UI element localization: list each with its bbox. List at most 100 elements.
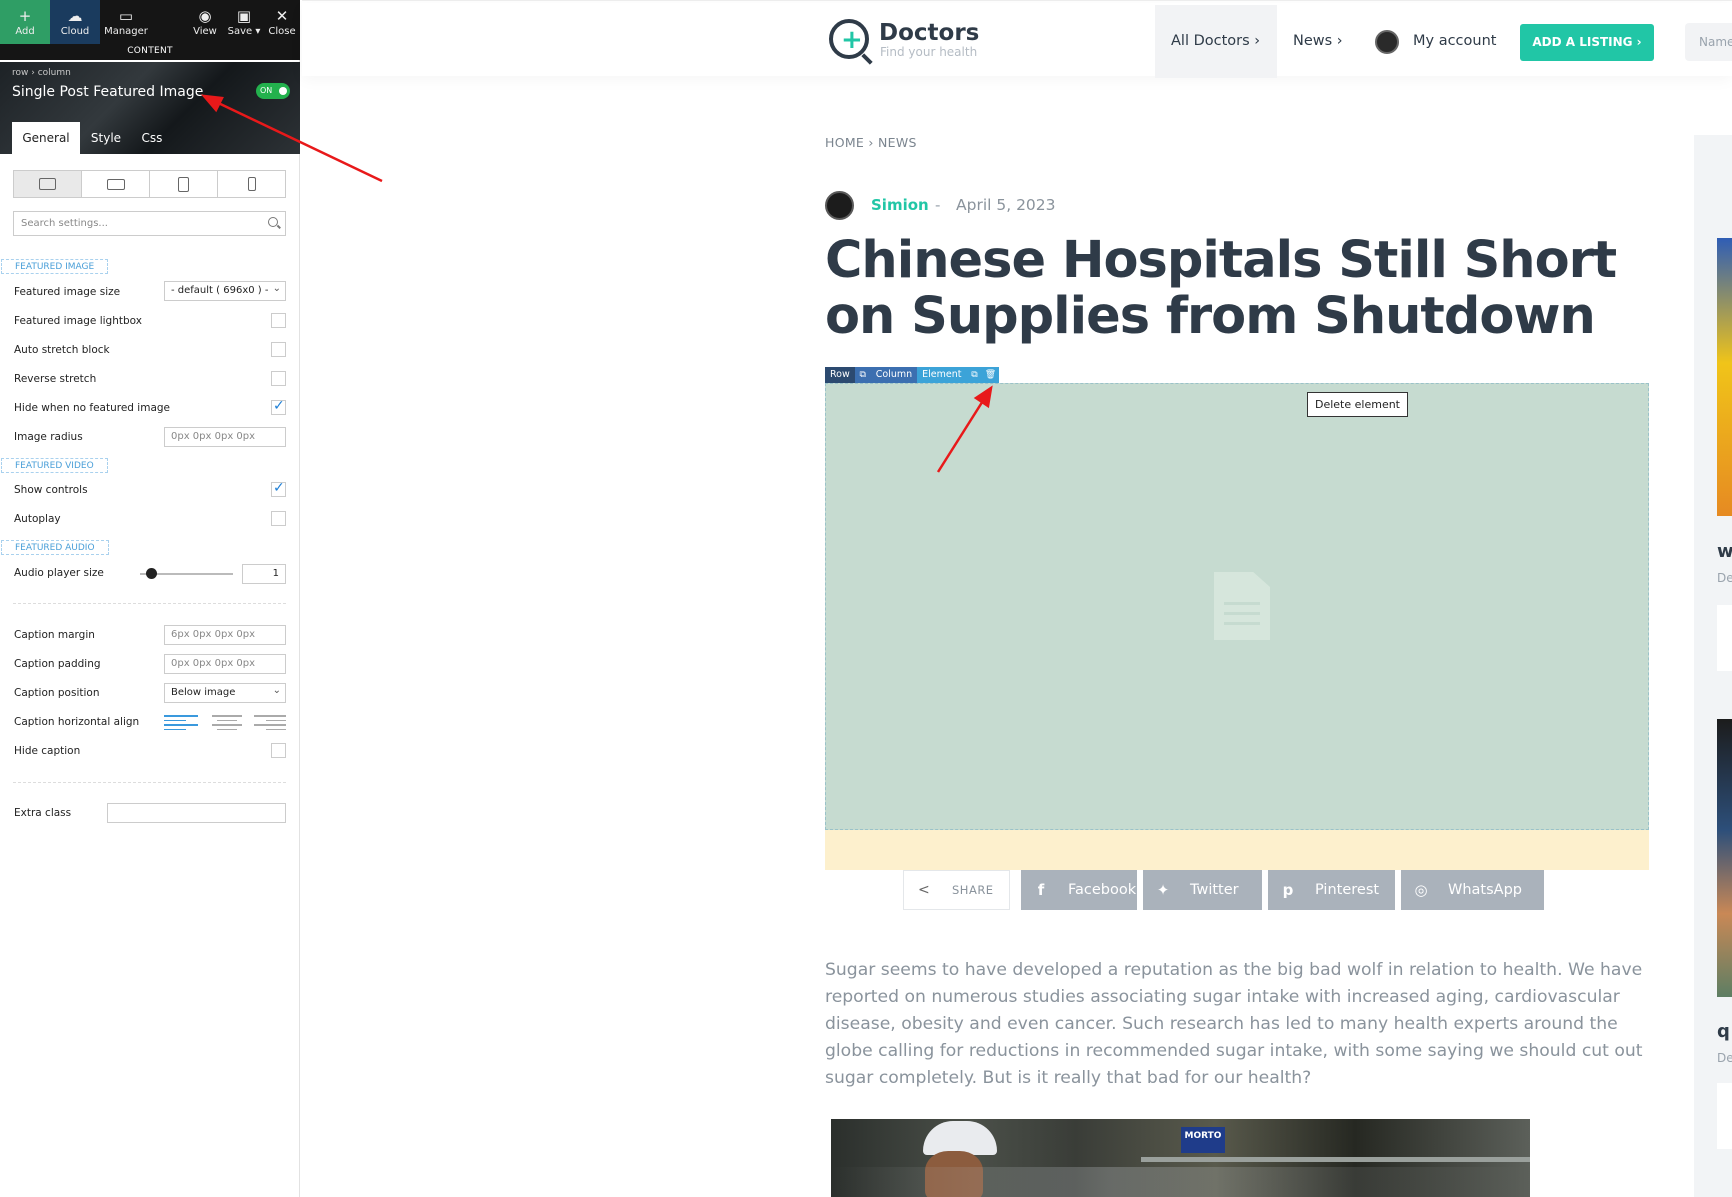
- caption-padding-input[interactable]: 0px 0px 0px 0px: [164, 654, 286, 674]
- share-pinterest-button[interactable]: p Pinterest: [1268, 870, 1395, 910]
- close-button[interactable]: ✕ Close: [266, 6, 298, 46]
- tablet-portrait-icon: [178, 176, 189, 192]
- header-search-input[interactable]: Name: [1685, 23, 1732, 61]
- featured-image-placeholder[interactable]: [825, 383, 1649, 830]
- section-featured-audio: FEATURED AUDIO: [1, 540, 109, 555]
- device-phone[interactable]: [218, 171, 285, 197]
- trash-icon[interactable]: 🗑: [982, 367, 999, 383]
- device-tablet-landscape[interactable]: [82, 171, 150, 197]
- hide-no-image-checkbox[interactable]: [271, 398, 286, 415]
- caption-position-label: Caption position: [14, 687, 100, 699]
- post-author[interactable]: Simion: [871, 196, 929, 214]
- builder-element-button[interactable]: Element: [917, 367, 967, 383]
- share-facebook-button[interactable]: f Facebook: [1021, 870, 1137, 910]
- add-button[interactable]: + Add: [0, 0, 50, 44]
- audio-size-slider-handle[interactable]: [145, 568, 157, 579]
- site-header: + Doctors Find your health All Doctors ›…: [302, 3, 1732, 78]
- radius-input[interactable]: 0px 0px 0px 0px: [164, 427, 286, 447]
- extra-class-input[interactable]: [107, 803, 286, 823]
- sidebar-card-footer: [1717, 1083, 1732, 1149]
- document-icon: [1214, 572, 1270, 640]
- meta-separator: -: [935, 196, 941, 214]
- autoplay-checkbox[interactable]: [271, 511, 286, 526]
- lightbox-label: Featured image lightbox: [14, 315, 142, 327]
- divider: [13, 603, 286, 604]
- sidebar-card-title[interactable]: w: [1717, 541, 1732, 562]
- facebook-icon: f: [1037, 881, 1045, 899]
- image-size-label: Featured image size: [14, 286, 121, 298]
- add-icon: +: [18, 7, 32, 25]
- lightbox-checkbox[interactable]: [271, 313, 286, 328]
- divider: [13, 782, 286, 783]
- nav-all-doctors[interactable]: All Doctors ›: [1155, 5, 1277, 78]
- post-body: Sugar seems to have developed a reputati…: [825, 960, 1643, 1088]
- editor-panel: + Add ☁ Cloud ▭ Manager ◉ View ▣ Save ▾ …: [0, 0, 300, 1197]
- caption-margin-input[interactable]: 6px 0px 0px 0px: [164, 625, 286, 645]
- device-desktop[interactable]: [14, 171, 82, 197]
- builder-row-button[interactable]: Row: [825, 367, 855, 383]
- tab-general[interactable]: General: [12, 122, 80, 154]
- stretch-checkbox[interactable]: [271, 342, 286, 357]
- twitter-icon: ✦: [1156, 881, 1170, 899]
- builder-column-button[interactable]: Column: [870, 367, 918, 383]
- element-breadcrumb[interactable]: row › column: [12, 68, 71, 78]
- audio-size-label: Audio player size: [14, 567, 104, 579]
- chevron-down-icon: ⌄: [272, 685, 281, 696]
- sidebar-card-footer: [1717, 605, 1732, 671]
- extra-class-label: Extra class: [14, 807, 72, 819]
- manager-icon: ▭: [118, 7, 134, 25]
- sidebar-card-subtitle: De: [1717, 571, 1732, 585]
- account-avatar[interactable]: [1375, 30, 1399, 54]
- settings-search-input[interactable]: Search settings...: [13, 211, 286, 236]
- align-left-button[interactable]: [164, 715, 198, 733]
- eye-icon: ◉: [198, 7, 212, 25]
- phone-icon: [247, 177, 256, 191]
- chevron-down-icon: ▾: [252, 26, 261, 37]
- hide-caption-checkbox[interactable]: [271, 743, 286, 758]
- cloud-button[interactable]: ☁ Cloud: [50, 0, 100, 44]
- image-size-select[interactable]: - default ( 696x0 ) - ⌄: [164, 281, 286, 301]
- logo-tagline: Find your health: [880, 45, 978, 59]
- element-toggle[interactable]: ON: [256, 83, 290, 99]
- device-tablet-portrait[interactable]: [150, 171, 218, 197]
- post-date: April 5, 2023: [956, 196, 1056, 214]
- reverse-checkbox[interactable]: [271, 371, 286, 386]
- align-center-button[interactable]: [210, 715, 244, 733]
- tablet-landscape-icon: [106, 178, 125, 190]
- caption-padding-label: Caption padding: [14, 658, 101, 670]
- caption-position-select[interactable]: Below image ⌄: [164, 683, 286, 703]
- tab-css[interactable]: Css: [130, 122, 174, 154]
- controls-checkbox[interactable]: [271, 480, 286, 497]
- copy-icon[interactable]: ⧉: [966, 367, 983, 383]
- audio-size-input[interactable]: 1: [242, 564, 286, 584]
- share-label-box: < SHARE: [903, 870, 1010, 910]
- content-label: CONTENT: [127, 46, 173, 56]
- editor-toolbar: + Add ☁ Cloud ▭ Manager ◉ View ▣ Save ▾ …: [0, 0, 300, 60]
- sidebar-card-title[interactable]: q: [1717, 1021, 1730, 1042]
- save-button[interactable]: ▣ Save ▾: [226, 6, 262, 46]
- post-breadcrumb[interactable]: HOME › NEWS: [825, 135, 917, 150]
- copy-icon[interactable]: ⧉: [854, 367, 871, 383]
- sidebar-card-image[interactable]: [1717, 719, 1732, 997]
- nav-news[interactable]: News ›: [1293, 5, 1343, 78]
- logo-name[interactable]: Doctors: [879, 20, 979, 46]
- section-featured-image: FEATURED IMAGE: [1, 259, 109, 274]
- element-title: Single Post Featured Image: [12, 84, 204, 100]
- reverse-label: Reverse stretch: [14, 373, 97, 385]
- author-avatar[interactable]: [825, 191, 854, 220]
- share-twitter-button[interactable]: ✦ Twitter: [1143, 870, 1262, 910]
- featured-image-caption: [825, 830, 1649, 870]
- add-listing-button[interactable]: ADD A LISTING ›: [1520, 24, 1654, 61]
- nav-my-account[interactable]: My account: [1413, 5, 1496, 78]
- sidebar-card-image[interactable]: [1717, 238, 1732, 516]
- hide-no-image-label: Hide when no featured image: [14, 402, 171, 414]
- manager-button[interactable]: ▭ Manager: [104, 6, 148, 46]
- logo-icon[interactable]: +: [829, 19, 869, 59]
- view-button[interactable]: ◉ View: [190, 6, 220, 46]
- share-whatsapp-button[interactable]: ◎ WhatsApp: [1401, 870, 1544, 910]
- post-inline-image[interactable]: MORTO: [831, 1119, 1530, 1197]
- device-switcher: [13, 170, 286, 198]
- caption-margin-label: Caption margin: [14, 629, 95, 641]
- align-right-button[interactable]: [254, 715, 288, 733]
- tab-style[interactable]: Style: [84, 122, 128, 154]
